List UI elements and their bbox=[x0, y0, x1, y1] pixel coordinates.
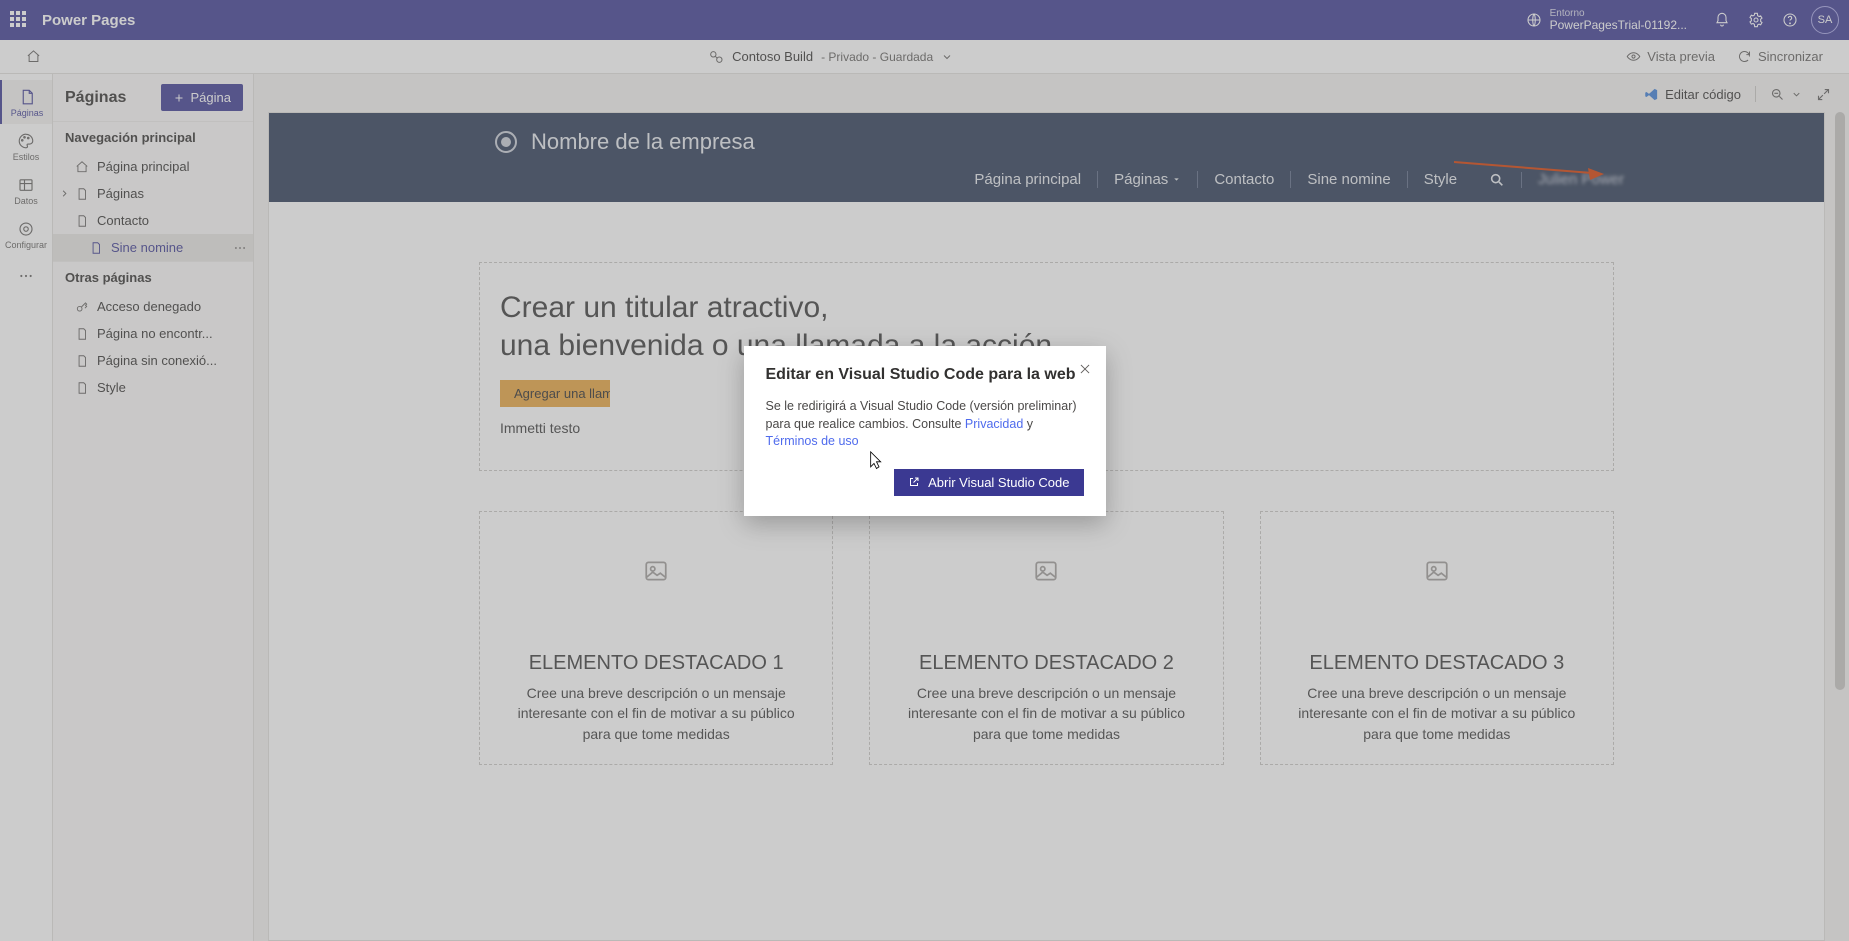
close-icon bbox=[1078, 362, 1092, 376]
open-external-icon bbox=[908, 476, 920, 488]
dialog-title: Editar en Visual Studio Code para la web bbox=[766, 366, 1084, 384]
terms-link[interactable]: Términos de uso bbox=[766, 434, 859, 448]
privacy-link[interactable]: Privacidad bbox=[965, 417, 1023, 431]
open-vscode-button[interactable]: Abrir Visual Studio Code bbox=[894, 469, 1083, 496]
open-vscode-label: Abrir Visual Studio Code bbox=[928, 475, 1069, 490]
modal-overlay: Editar en Visual Studio Code para la web… bbox=[0, 0, 1849, 941]
vscode-dialog: Editar en Visual Studio Code para la web… bbox=[744, 346, 1106, 516]
dialog-and: y bbox=[1023, 417, 1033, 431]
dialog-body: Se le redirigirá a Visual Studio Code (v… bbox=[766, 398, 1084, 451]
dialog-close-button[interactable] bbox=[1078, 362, 1092, 376]
